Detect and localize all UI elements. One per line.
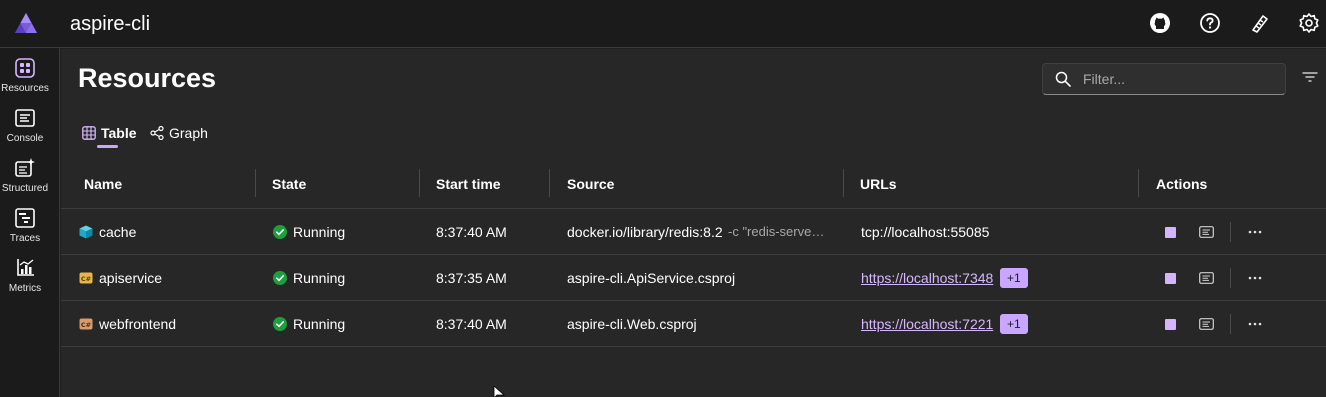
resource-url: tcp://localhost:55085: [861, 224, 990, 240]
running-check-icon: [273, 225, 287, 239]
tab-table[interactable]: Table: [82, 123, 142, 153]
stop-button[interactable]: [1165, 319, 1176, 330]
console-logs-icon[interactable]: [1199, 226, 1214, 238]
table-header: Name State Start time Source URLs Action…: [61, 167, 1326, 209]
resource-source: docker.io/library/redis:8.2: [567, 224, 723, 240]
actions-divider: [1230, 268, 1231, 288]
more-actions-icon[interactable]: [1247, 224, 1263, 240]
more-urls-badge[interactable]: +1: [1000, 268, 1028, 288]
filter-input[interactable]: [1083, 69, 1278, 89]
table-row[interactable]: cache Running 8:37:40 AM docker.io/libra…: [61, 209, 1326, 255]
help-icon[interactable]: [1199, 12, 1221, 34]
tab-selected-indicator: [97, 145, 118, 148]
actions-divider: [1230, 314, 1231, 334]
column-resize-handle[interactable]: [843, 169, 844, 197]
actions-divider: [1230, 222, 1231, 242]
console-logs-icon[interactable]: [1199, 318, 1214, 330]
aspire-logo-icon[interactable]: [14, 12, 38, 34]
nav-item-resources[interactable]: Resources: [0, 52, 50, 96]
column-resize-handle[interactable]: [549, 169, 550, 197]
tab-graph[interactable]: Graph: [150, 123, 220, 153]
filter-options-icon[interactable]: [1301, 69, 1319, 85]
column-header-name[interactable]: Name: [84, 167, 122, 209]
resource-state: Running: [293, 270, 346, 286]
metrics-icon: [17, 259, 34, 276]
resource-source-args: -c "redis-serve…: [728, 224, 825, 239]
resource-url-link[interactable]: https://localhost:7221: [861, 301, 993, 347]
column-header-start-time[interactable]: Start time: [436, 167, 501, 209]
mouse-cursor-icon: [493, 386, 505, 397]
table-row[interactable]: C# webfrontend Running 8:37:40 AM aspire…: [61, 301, 1326, 347]
running-check-icon: [273, 271, 287, 285]
structured-icon: [15, 158, 35, 177]
resource-start-time: 8:37:40 AM: [436, 316, 507, 332]
project-icon: C#: [79, 318, 93, 330]
table-icon: [82, 126, 96, 140]
resource-source: aspire-cli.Web.csproj: [567, 316, 697, 332]
graph-icon: [150, 126, 164, 140]
app-title: aspire-cli: [70, 13, 151, 35]
github-icon[interactable]: [1149, 12, 1171, 34]
nav-label-structured: Structured: [1, 183, 49, 194]
column-resize-handle[interactable]: [255, 169, 256, 197]
more-actions-icon[interactable]: [1247, 270, 1263, 286]
svg-text:C#: C#: [81, 275, 91, 283]
side-nav: Resources Console Structured Traces Metr…: [0, 48, 60, 397]
main-content: Resources Table Graph Name State St: [61, 49, 1326, 397]
console-icon: [15, 109, 35, 127]
nav-label-metrics: Metrics: [8, 283, 42, 294]
resource-url-link[interactable]: https://localhost:7348: [861, 255, 993, 301]
nav-label-traces: Traces: [9, 233, 41, 244]
resources-icon: [15, 58, 35, 78]
column-header-state[interactable]: State: [272, 167, 306, 209]
resource-state: Running: [293, 224, 346, 240]
nav-item-traces[interactable]: Traces: [0, 202, 50, 246]
svg-text:C#: C#: [81, 321, 91, 329]
nav-item-structured[interactable]: Structured: [0, 152, 50, 196]
column-header-actions: Actions: [1156, 176, 1208, 192]
stop-button[interactable]: [1165, 227, 1176, 238]
more-urls-badge[interactable]: +1: [1000, 314, 1028, 334]
column-resize-handle[interactable]: [1138, 169, 1139, 197]
nav-item-metrics[interactable]: Metrics: [0, 252, 50, 296]
stop-button[interactable]: [1165, 273, 1176, 284]
resource-start-time: 8:37:35 AM: [436, 270, 507, 286]
page-title: Resources: [78, 63, 217, 93]
settings-icon[interactable]: [1298, 12, 1320, 34]
top-bar: aspire-cli: [0, 0, 1326, 48]
traces-icon: [15, 208, 35, 228]
resource-source: aspire-cli.ApiService.csproj: [567, 270, 736, 286]
column-header-source[interactable]: Source: [567, 167, 614, 209]
search-icon: [1055, 71, 1071, 87]
tab-graph-label: Graph: [169, 125, 208, 141]
more-actions-icon[interactable]: [1247, 316, 1263, 332]
column-header-urls[interactable]: URLs: [860, 167, 897, 209]
nav-item-console[interactable]: Console: [0, 102, 50, 146]
feedback-icon[interactable]: [1249, 12, 1271, 34]
running-check-icon: [273, 317, 287, 331]
filter-box: [1042, 63, 1286, 95]
resource-state: Running: [293, 316, 346, 332]
tab-table-label: Table: [101, 125, 137, 141]
nav-label-resources: Resources: [1, 83, 49, 94]
resource-name[interactable]: apiservice: [99, 255, 162, 301]
table-row[interactable]: C# apiservice Running 8:37:35 AM aspire-…: [61, 255, 1326, 301]
container-icon: [79, 225, 93, 239]
project-icon: C#: [79, 272, 93, 284]
console-logs-icon[interactable]: [1199, 272, 1214, 284]
resource-name[interactable]: webfrontend: [99, 301, 176, 347]
resource-name[interactable]: cache: [99, 209, 136, 255]
resource-start-time: 8:37:40 AM: [436, 224, 507, 240]
nav-label-console: Console: [6, 133, 44, 144]
column-resize-handle[interactable]: [419, 169, 420, 197]
